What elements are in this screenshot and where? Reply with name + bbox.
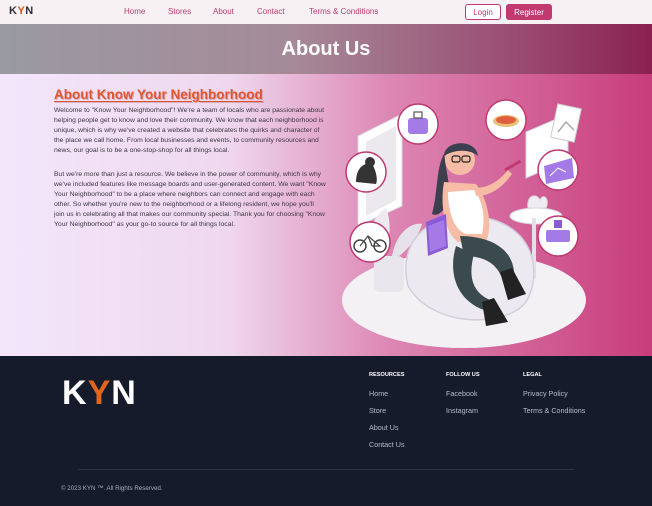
- footer-follow: FOLLOW US Facebook Instagram: [446, 372, 480, 423]
- nav-link-contact[interactable]: Contact: [257, 7, 285, 16]
- footer-follow-heading: FOLLOW US: [446, 372, 480, 378]
- footer-legal: LEGAL Privacy Policy Terms & Conditions: [523, 372, 585, 423]
- nav-link-terms[interactable]: Terms & Conditions: [309, 7, 429, 16]
- footer-logo-n: N: [111, 374, 137, 412]
- footer-logo-y: Y: [87, 374, 112, 412]
- footer-link-contact[interactable]: Contact Us: [369, 440, 405, 457]
- footer-link-store[interactable]: Store: [369, 406, 405, 423]
- register-button[interactable]: Register: [506, 4, 552, 20]
- nav-link-home[interactable]: Home: [124, 7, 145, 16]
- page-title: About Us: [281, 37, 371, 60]
- logo[interactable]: KYN: [9, 5, 34, 17]
- navbar: KYN Home Stores About Contact Terms & Co…: [0, 0, 652, 24]
- image-icon: [550, 103, 582, 143]
- copyright-text: © 2023 KYN ™. All Rights Reserved.: [61, 485, 163, 492]
- footer-link-terms[interactable]: Terms & Conditions: [523, 406, 585, 423]
- book-icon: [537, 215, 579, 257]
- about-paragraph-1: Welcome to "Know Your Neighborhood"! We'…: [54, 107, 324, 155]
- logo-n: N: [25, 5, 34, 17]
- login-button[interactable]: Login: [465, 4, 501, 20]
- nav-link-about[interactable]: About: [213, 7, 234, 16]
- footer-legal-heading: LEGAL: [523, 372, 542, 378]
- luggage-icon: [397, 103, 439, 145]
- footer: KYN RESOURCES Home Store About Us Contac…: [0, 356, 652, 506]
- footer-link-privacy[interactable]: Privacy Policy: [523, 389, 585, 406]
- map-icon: [537, 149, 579, 191]
- footer-logo[interactable]: KYN: [62, 374, 137, 413]
- pizza-icon: [485, 99, 527, 141]
- about-section: About Know Your Neighborhood Welcome to …: [0, 74, 652, 356]
- community-illustration: [342, 99, 586, 348]
- hero-banner: About Us: [0, 24, 652, 74]
- footer-link-home[interactable]: Home: [369, 389, 405, 406]
- footer-resources: RESOURCES Home Store About Us Contact Us: [369, 372, 405, 457]
- about-paragraph-2: But we're more than just a resource. We …: [54, 171, 326, 229]
- footer-link-facebook[interactable]: Facebook: [446, 389, 480, 406]
- footer-link-instagram[interactable]: Instagram: [446, 406, 480, 423]
- nav-link-stores[interactable]: Stores: [168, 7, 191, 16]
- bicycle-icon: [349, 221, 391, 263]
- dog-icon: [345, 151, 387, 193]
- footer-link-about[interactable]: About Us: [369, 423, 405, 440]
- footer-logo-k: K: [62, 374, 88, 412]
- footer-resources-heading: RESOURCES: [369, 372, 405, 378]
- about-heading: About Know Your Neighborhood: [54, 87, 263, 102]
- footer-divider: [78, 469, 574, 470]
